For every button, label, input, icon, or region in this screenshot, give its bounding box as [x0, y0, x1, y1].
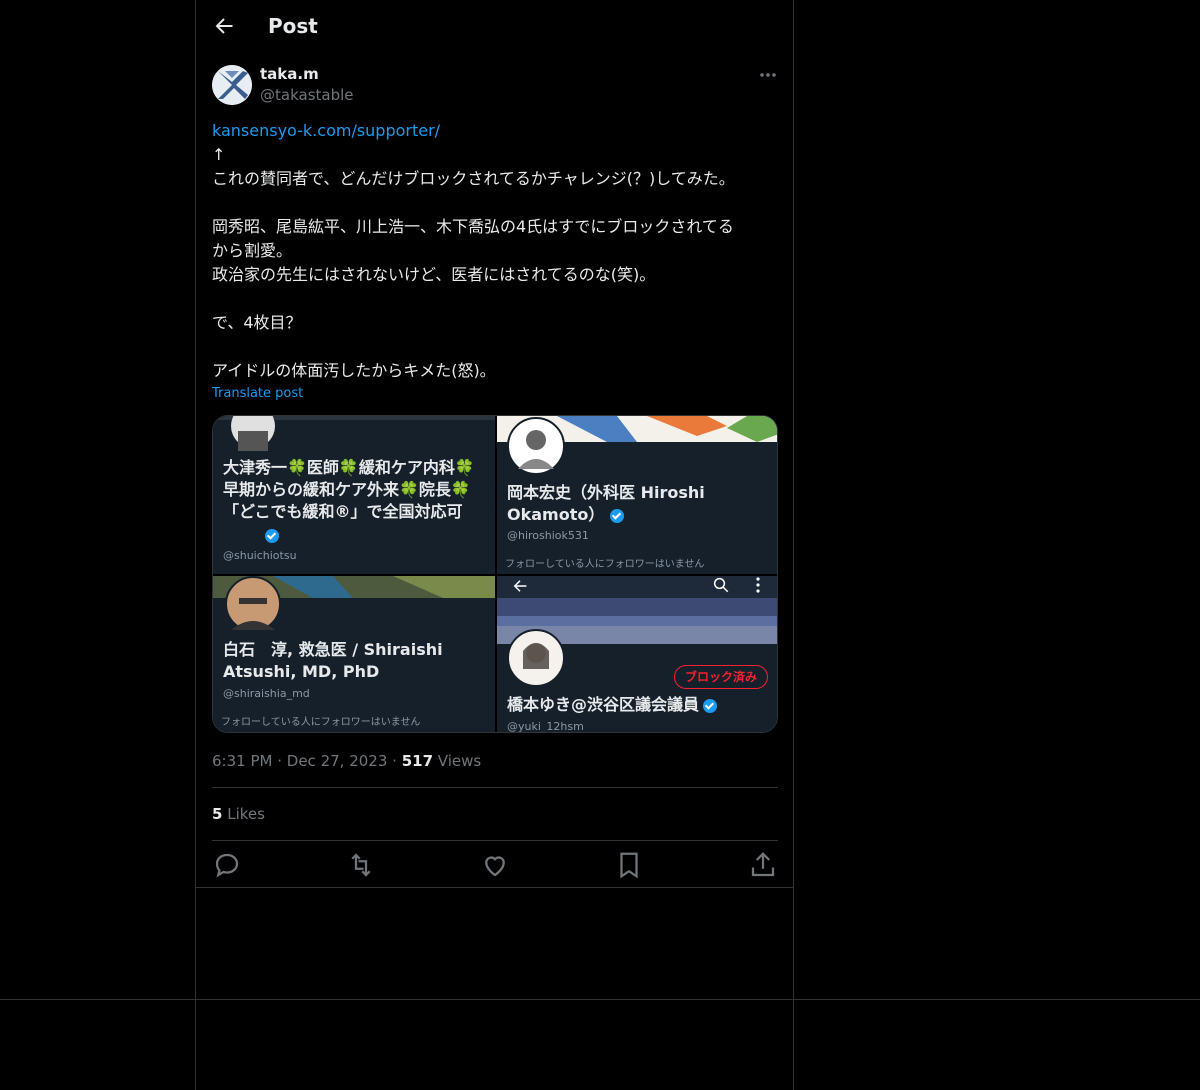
post-text: kansensyo-k.com/supporter/ ↑ これの賛同者で、どんだ…: [212, 119, 778, 383]
avatar[interactable]: [212, 65, 252, 105]
verified-badge-icon: [610, 509, 624, 523]
profile-handle-2: @hiroshiok531: [507, 529, 589, 542]
post-body: ↑ これの賛同者で、どんだけブロックされてるかチャレンジ(？)してみた。 岡秀昭…: [212, 145, 735, 380]
likes-count: 5: [212, 805, 223, 823]
post-link[interactable]: kansensyo-k.com/supporter/: [212, 121, 440, 140]
profile-name-1: 大津秀一🍀医師🍀緩和ケア内科🍀早期からの緩和ケア外来🍀院長🍀「どこでも緩和®」で…: [223, 458, 475, 521]
repost-icon[interactable]: [346, 850, 376, 880]
divider: [0, 999, 1200, 1000]
banner-more-icon: [756, 577, 760, 593]
like-icon[interactable]: [480, 850, 510, 880]
follow-note-2: フォローしている人にフォロワーはいません: [505, 559, 705, 570]
blocked-badge: ブロック済み: [674, 665, 768, 689]
user-handle[interactable]: @takastable: [260, 86, 354, 104]
translate-post-link[interactable]: Translate post: [212, 386, 303, 401]
avatar-logo-icon: [212, 65, 252, 105]
reply-icon[interactable]: [212, 850, 242, 880]
profile-name-3: 白石 淳, 救急医 / Shiraishi Atsushi, MD, PhD: [223, 640, 443, 681]
profile-name-4: 橋本ゆき@渋谷区議会議員: [507, 694, 718, 716]
divider: [212, 840, 778, 841]
views-label: Views: [437, 752, 482, 770]
action-bar: [212, 850, 778, 880]
display-name[interactable]: taka.m: [260, 65, 319, 83]
profile-name-2: 岡本宏史（外科医 Hiroshi Okamoto）: [507, 483, 705, 524]
media-image-2[interactable]: 岡本宏史（外科医 Hiroshi Okamoto） @hiroshiok531 …: [497, 416, 777, 574]
profile-banner: [213, 416, 495, 451]
profile-avatar-2: [507, 417, 565, 475]
post-date[interactable]: Dec 27, 2023: [287, 752, 388, 770]
verified-badge-icon: [703, 698, 718, 713]
media-image-1[interactable]: 大津秀一🍀医師🍀緩和ケア内科🍀早期からの緩和ケア外来🍀院長🍀「どこでも緩和®」で…: [213, 416, 495, 574]
likes-summary[interactable]: 5 Likes: [212, 805, 265, 823]
post-meta: 6:31 PM · Dec 27, 2023 · 517 Views: [212, 752, 481, 770]
banner-back-arrow-icon: [513, 580, 527, 592]
more-options-icon[interactable]: [754, 64, 782, 86]
likes-label: Likes: [227, 805, 265, 823]
profile-handle-3: @shiraishia_md: [223, 687, 310, 700]
post-time[interactable]: 6:31 PM: [212, 752, 272, 770]
banner-search-icon: [713, 577, 729, 593]
media-image-3[interactable]: 白石 淳, 救急医 / Shiraishi Atsushi, MD, PhD @…: [213, 576, 495, 732]
main-column: Post taka.m @takastable kansensyo-k.com/…: [195, 0, 794, 1090]
meta-separator: ·: [277, 752, 287, 770]
profile-handle-1: @shuichiotsu: [223, 549, 297, 562]
media-image-4[interactable]: ブロック済み 橋本ゆき@渋谷区議会議員 @yuki_12hsm: [497, 576, 777, 733]
profile-avatar-4: [507, 629, 565, 687]
share-icon[interactable]: [748, 850, 778, 880]
profile-avatar-3: [225, 576, 281, 632]
bookmark-icon[interactable]: [614, 850, 644, 880]
divider: [196, 887, 793, 888]
page-title: Post: [268, 14, 318, 38]
verified-badge-icon: [265, 529, 279, 543]
top-bar: Post: [196, 0, 793, 53]
divider: [212, 787, 778, 788]
meta-separator: ·: [392, 752, 402, 770]
back-arrow-icon[interactable]: [212, 14, 236, 38]
follow-note-3: フォローしている人にフォロワーはいません: [221, 717, 421, 728]
media-grid: 大津秀一🍀医師🍀緩和ケア内科🍀早期からの緩和ケア外来🍀院長🍀「どこでも緩和®」で…: [212, 415, 778, 733]
views-count: 517: [401, 752, 434, 770]
profile-handle-4: @yuki_12hsm: [507, 720, 584, 733]
